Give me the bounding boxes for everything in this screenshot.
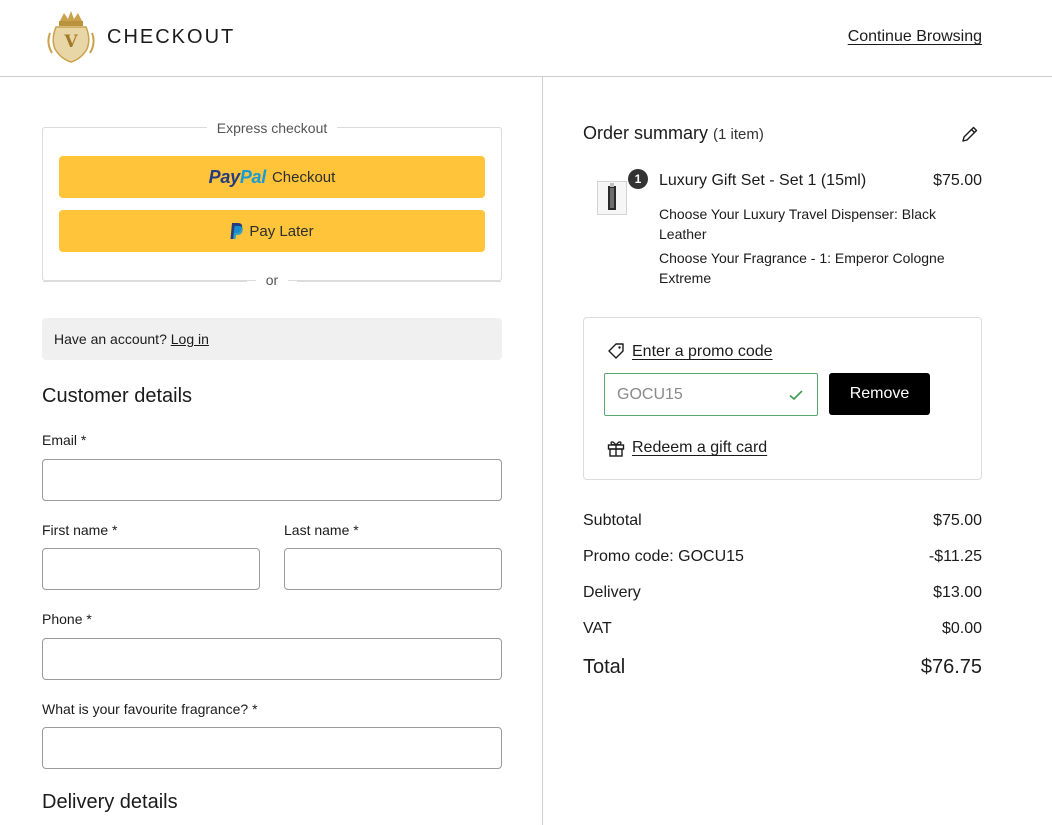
delivery-label: Delivery	[583, 584, 641, 601]
paypal-logo: PayPal	[208, 166, 267, 187]
promo-code-panel: Enter a promo code Remove Redeem a gift …	[583, 317, 982, 480]
delivery-details-heading: Delivery details	[42, 791, 178, 813]
email-label: Email *	[42, 432, 87, 448]
have-account-text: Have an account?	[54, 331, 167, 347]
promo-code-field[interactable]	[604, 373, 818, 416]
paypal-icon	[230, 223, 244, 239]
checkmark-icon	[789, 390, 803, 401]
pay-later-label: Pay Later	[249, 222, 314, 240]
quantity-badge: 1	[628, 169, 648, 189]
enter-promo-code-link[interactable]: Enter a promo code	[632, 343, 773, 361]
delivery-value: $13.00	[933, 584, 982, 601]
brand-crest-logo[interactable]: V	[46, 9, 96, 64]
product-price: $75.00	[933, 172, 982, 189]
page-header: V CHECKOUT Continue Browsing	[0, 0, 1052, 77]
paypal-pay-later-button[interactable]: Pay Later	[59, 210, 485, 252]
fragrance-field[interactable]	[42, 727, 502, 769]
tag-icon	[608, 343, 624, 359]
paypal-checkout-button[interactable]: PayPal Checkout	[59, 156, 485, 198]
or-separator-label: or	[255, 272, 289, 288]
redeem-gift-card-link[interactable]: Redeem a gift card	[632, 439, 767, 457]
vat-label: VAT	[583, 620, 612, 637]
login-prompt-bar: Have an account? Log in	[42, 318, 502, 360]
gift-icon	[607, 441, 625, 457]
vat-value: $0.00	[941, 620, 982, 637]
total-value: $76.75	[920, 656, 982, 678]
product-option-dispenser: Choose Your Luxury Travel Dispenser: Bla…	[659, 206, 937, 242]
product-option-fragrance: Choose Your Fragrance - 1: Emperor Colog…	[659, 250, 945, 286]
remove-promo-button[interactable]: Remove	[829, 373, 930, 415]
fragrance-label: What is your favourite fragrance? *	[42, 701, 258, 717]
phone-field[interactable]	[42, 638, 502, 680]
product-image	[608, 183, 616, 210]
first-name-label: First name *	[42, 522, 118, 538]
continue-browsing-link[interactable]: Continue Browsing	[848, 28, 982, 46]
customer-details-heading: Customer details	[42, 385, 193, 407]
email-field[interactable]	[42, 459, 502, 501]
product-name: Luxury Gift Set - Set 1 (15ml)	[659, 172, 867, 189]
product-thumbnail	[597, 181, 627, 215]
last-name-label: Last name *	[284, 522, 359, 538]
login-link[interactable]: Log in	[171, 331, 209, 347]
subtotal-label: Subtotal	[583, 512, 642, 529]
pencil-edit-icon[interactable]	[960, 124, 980, 144]
total-label: Total	[583, 656, 626, 678]
promo-discount-value: -$11.25	[928, 548, 982, 565]
express-checkout-panel: Express checkout PayPal Checkout Pay Lat…	[42, 120, 502, 288]
item-count: (1 item)	[713, 126, 764, 143]
subtotal-value: $75.00	[933, 512, 982, 529]
first-name-field[interactable]	[42, 548, 260, 590]
promo-discount-label: Promo code: GOCU15	[583, 548, 744, 565]
phone-label: Phone *	[42, 611, 92, 627]
express-checkout-label: Express checkout	[206, 120, 338, 136]
svg-text:V: V	[63, 32, 78, 52]
order-summary-title: Order summary (1 item)	[583, 123, 764, 143]
paypal-checkout-label: Checkout	[271, 168, 336, 186]
last-name-field[interactable]	[284, 548, 502, 590]
page-title: CHECKOUT	[107, 26, 236, 48]
column-divider	[542, 77, 543, 825]
